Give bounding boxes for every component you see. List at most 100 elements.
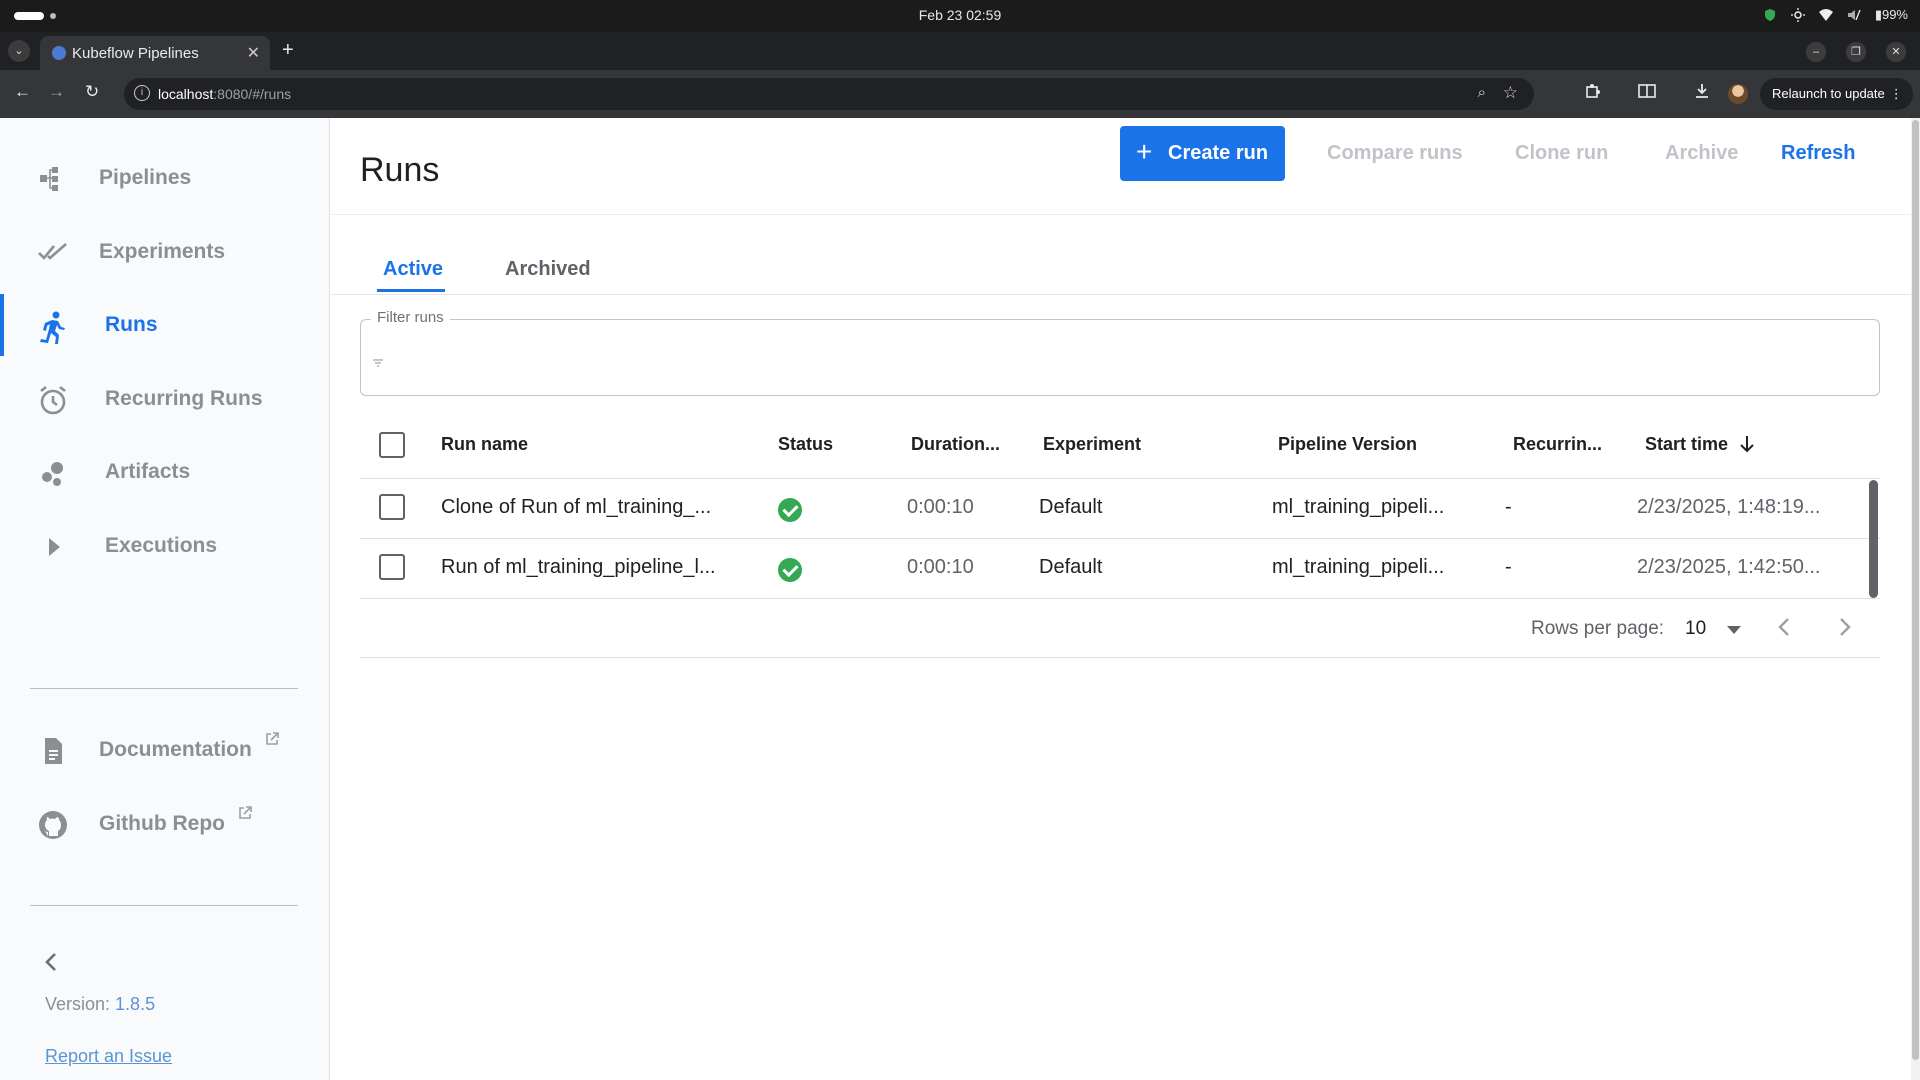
reading-mode-icon[interactable] — [1638, 83, 1656, 104]
run-name-cell[interactable]: Run of ml_training_pipeline_l... — [441, 556, 716, 579]
start-time-cell: 2/23/2025, 1:42:50... — [1637, 556, 1821, 578]
sidebar-divider — [30, 905, 298, 906]
next-page-chevron-icon[interactable] — [1837, 615, 1853, 643]
runs-icon — [38, 311, 68, 344]
pipeline-version-cell[interactable]: ml_training_pipeli... — [1272, 496, 1444, 519]
play-icon — [38, 532, 68, 562]
rows-per-page-select[interactable]: 10 — [1685, 618, 1706, 640]
sidebar-divider — [30, 688, 298, 689]
dropdown-caret-icon[interactable] — [1727, 626, 1741, 634]
clone-run-button[interactable]: Clone run — [1515, 142, 1608, 165]
header-divider — [331, 214, 1920, 215]
page-scrollbar[interactable] — [1911, 118, 1920, 1080]
column-header-pipeline-version[interactable]: Pipeline Version — [1278, 434, 1417, 455]
run-name-cell[interactable]: Clone of Run of ml_training_... — [441, 496, 711, 519]
page-scrollbar-thumb[interactable] — [1912, 120, 1919, 1060]
volume-muted-icon — [1847, 8, 1861, 22]
sidebar-item-label: Pipelines — [99, 166, 192, 189]
profile-avatar[interactable] — [1728, 84, 1748, 104]
table-scrollbar[interactable] — [1869, 480, 1878, 598]
column-header-recurring[interactable]: Recurrin... — [1513, 434, 1602, 455]
column-header-status[interactable]: Status — [778, 434, 833, 455]
sidebar-item-pipelines[interactable]: Pipelines — [0, 142, 330, 214]
page-title: Runs — [360, 151, 440, 189]
browser-tab-strip: ⌄ Kubeflow Pipelines ✕ + – ❐ ✕ — [0, 32, 1920, 70]
zoom-icon[interactable]: ⌕ — [1478, 84, 1486, 101]
filter-list-icon — [373, 354, 383, 367]
sidebar-item-label: Artifacts — [105, 460, 191, 483]
tab-search-chevron-icon[interactable]: ⌄ — [8, 40, 30, 62]
browser-tab[interactable]: Kubeflow Pipelines ✕ — [40, 36, 270, 70]
tab-archived[interactable]: Archived — [505, 258, 591, 281]
row-checkbox[interactable] — [379, 494, 405, 520]
extensions-puzzle-icon[interactable] — [1585, 83, 1601, 104]
tabs-divider — [331, 294, 1920, 295]
document-icon — [38, 736, 68, 766]
sidebar-item-label: Documentation — [99, 738, 252, 761]
archive-button[interactable]: Archive — [1665, 142, 1738, 165]
sort-descending-arrow-icon[interactable] — [1739, 435, 1755, 458]
sidebar-item-github-repo[interactable]: Github Repo — [0, 788, 330, 860]
new-tab-icon[interactable]: + — [282, 40, 294, 60]
forward-arrow-icon[interactable]: → — [48, 82, 65, 102]
experiment-cell[interactable]: Default — [1039, 556, 1102, 579]
column-header-duration[interactable]: Duration... — [911, 434, 1000, 455]
close-tab-icon[interactable]: ✕ — [247, 43, 260, 63]
sidebar-item-artifacts[interactable]: Artifacts — [0, 436, 330, 508]
sidebar-item-experiments[interactable]: Experiments — [0, 216, 330, 288]
back-arrow-icon[interactable]: ← — [14, 82, 31, 102]
sidebar-item-recurring-runs[interactable]: Recurring Runs — [0, 363, 330, 435]
previous-page-chevron-icon[interactable] — [1776, 615, 1792, 643]
start-time-label: Start time — [1645, 434, 1729, 454]
column-header-start-time[interactable]: Start time — [1645, 434, 1755, 458]
sidebar-item-executions[interactable]: Executions — [0, 510, 330, 582]
row-checkbox[interactable] — [379, 554, 405, 580]
report-issue-link[interactable]: Report an Issue — [45, 1046, 172, 1067]
column-header-experiment[interactable]: Experiment — [1043, 434, 1141, 455]
column-header-run-name[interactable]: Run name — [441, 434, 528, 455]
github-icon — [38, 810, 68, 840]
kubeflow-app: Pipelines Experiments Runs Recurring Run… — [0, 118, 1920, 1080]
experiment-cell[interactable]: Default — [1039, 496, 1102, 519]
os-top-bar: Feb 23 02:59 ▮99% — [0, 0, 1920, 32]
table-divider — [360, 598, 1880, 599]
omnibox[interactable]: i localhost:8080/#/runs ⌕ ☆ — [124, 78, 1534, 110]
relaunch-to-update-button[interactable]: Relaunch to update ⋮ — [1760, 78, 1913, 110]
site-info-icon[interactable]: i — [134, 85, 150, 101]
sidebar-item-label: Github Repo — [99, 812, 225, 835]
tab-active[interactable]: Active — [383, 258, 443, 281]
download-icon[interactable] — [1694, 83, 1710, 104]
create-run-button[interactable]: + Create run — [1120, 126, 1285, 181]
system-clock[interactable]: Feb 23 02:59 — [0, 7, 1920, 23]
system-tray[interactable]: ▮99% — [1763, 7, 1908, 23]
sidebar-item-runs[interactable]: Runs — [0, 289, 330, 361]
create-run-label: Create run — [1168, 142, 1269, 164]
reload-icon[interactable]: ↻ — [85, 82, 99, 102]
pipeline-version-cell[interactable]: ml_training_pipeli... — [1272, 556, 1444, 579]
wifi-icon — [1818, 8, 1833, 22]
filter-runs-input[interactable] — [389, 344, 1869, 372]
shield-icon — [1763, 8, 1777, 22]
collapse-sidebar-chevron-icon[interactable] — [42, 950, 60, 974]
refresh-button[interactable]: Refresh — [1781, 142, 1855, 165]
kebab-menu-icon[interactable]: ⋮ — [1890, 78, 1903, 110]
recurring-cell: - — [1505, 556, 1512, 578]
compare-runs-button[interactable]: Compare runs — [1327, 142, 1463, 165]
version-info: Version: 1.8.5 — [45, 994, 155, 1015]
filter-label: Filter runs — [371, 309, 450, 326]
select-all-checkbox[interactable] — [379, 432, 405, 458]
active-tab-indicator — [377, 289, 445, 292]
sidebar-item-label: Runs — [105, 313, 158, 336]
version-link[interactable]: 1.8.5 — [115, 994, 155, 1014]
table-divider — [360, 478, 1880, 479]
sidebar: Pipelines Experiments Runs Recurring Run… — [0, 118, 330, 1080]
relaunch-label: Relaunch to update — [1772, 86, 1885, 101]
restore-icon[interactable]: ❐ — [1846, 42, 1866, 62]
sidebar-item-label: Experiments — [99, 240, 226, 263]
sidebar-item-documentation[interactable]: Documentation — [0, 714, 330, 786]
bookmark-star-icon[interactable]: ☆ — [1503, 83, 1518, 103]
close-window-icon[interactable]: ✕ — [1886, 42, 1906, 62]
minimize-icon[interactable]: – — [1806, 42, 1826, 62]
url-text[interactable]: localhost:8080/#/runs — [158, 86, 291, 102]
sidebar-item-label: Executions — [105, 534, 218, 557]
